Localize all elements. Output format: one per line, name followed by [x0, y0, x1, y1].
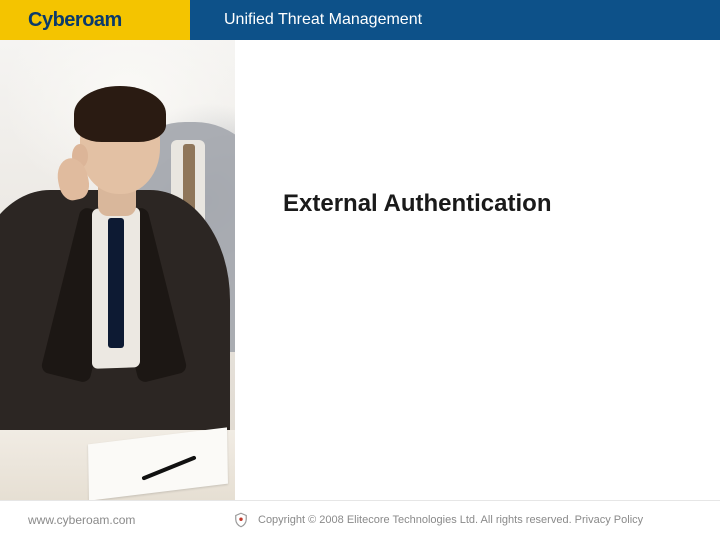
hero-image: [0, 40, 235, 500]
footer-copyright-block: Copyright © 2008 Elitecore Technologies …: [232, 511, 643, 529]
footer-bar: www.cyberoam.com Copyright © 2008 Elitec…: [0, 500, 720, 540]
header-bar: Cyberoam Unified Threat Management: [0, 0, 720, 40]
brand-name: Cyberoam: [28, 9, 122, 32]
footer-site: www.cyberoam.com: [28, 513, 135, 527]
footer-copyright: Copyright © 2008 Elitecore Technologies …: [258, 514, 643, 526]
brand-block: Cyberoam: [0, 0, 190, 40]
slide: Cyberoam Unified Threat Management Exter…: [0, 0, 720, 540]
tagline-text: Unified Threat Management: [224, 11, 422, 29]
shield-icon: [232, 511, 250, 529]
hero-person-1-tie: [108, 218, 124, 348]
hero-person-1-hair: [74, 86, 166, 142]
content-area: External Authentication: [235, 40, 720, 500]
tagline-block: Unified Threat Management: [190, 0, 720, 40]
slide-title: External Authentication: [283, 190, 551, 218]
